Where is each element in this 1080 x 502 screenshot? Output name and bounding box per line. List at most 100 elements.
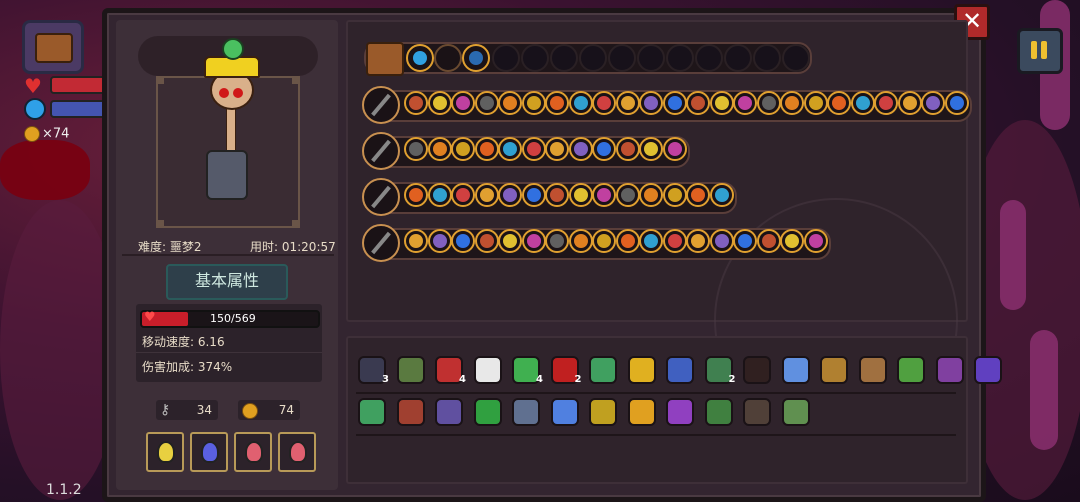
rune-slot[interactable] bbox=[897, 91, 922, 115]
rune-slot[interactable] bbox=[521, 137, 546, 161]
rune-slot[interactable] bbox=[568, 183, 593, 207]
potion-slot[interactable] bbox=[190, 432, 228, 472]
rune-slot[interactable] bbox=[404, 137, 428, 161]
rune-slot[interactable] bbox=[427, 183, 452, 207]
weapon-icon[interactable] bbox=[362, 178, 400, 216]
inventory-item[interactable] bbox=[780, 354, 810, 384]
rune-slot[interactable] bbox=[615, 229, 640, 253]
potion-slot[interactable] bbox=[146, 432, 184, 472]
rune-slot[interactable] bbox=[733, 229, 757, 253]
weapon-icon[interactable] bbox=[362, 224, 400, 262]
rune-slot[interactable] bbox=[427, 91, 452, 115]
rune-slot[interactable] bbox=[498, 229, 522, 253]
inventory-item[interactable] bbox=[703, 396, 733, 426]
inventory-item[interactable]: 4 bbox=[510, 354, 543, 385]
rune-slot[interactable] bbox=[404, 229, 428, 253]
inventory-item[interactable] bbox=[895, 354, 925, 384]
rune-slot[interactable] bbox=[803, 91, 828, 115]
rune-slot[interactable] bbox=[521, 91, 546, 115]
rune-slot[interactable] bbox=[615, 137, 640, 161]
bag-slot-empty[interactable] bbox=[492, 44, 520, 72]
rune-slot[interactable] bbox=[521, 229, 546, 253]
inventory-item[interactable]: 4 bbox=[433, 354, 466, 385]
rune-slot[interactable] bbox=[686, 229, 710, 253]
bag-slot-empty[interactable] bbox=[753, 44, 781, 72]
bag-slot-empty[interactable] bbox=[579, 44, 607, 72]
rune-slot[interactable] bbox=[921, 91, 945, 115]
rune-slot[interactable] bbox=[639, 183, 663, 207]
inventory-item[interactable] bbox=[587, 354, 617, 384]
rune-slot[interactable] bbox=[780, 91, 804, 115]
rune-slot[interactable] bbox=[850, 91, 875, 115]
rune-slot[interactable] bbox=[874, 91, 898, 115]
rune-slot[interactable] bbox=[686, 183, 710, 207]
bag-slot-empty[interactable] bbox=[608, 44, 636, 72]
rune-slot[interactable] bbox=[615, 183, 640, 207]
bag-slot[interactable] bbox=[434, 44, 462, 72]
rune-slot[interactable] bbox=[498, 183, 522, 207]
inventory-item[interactable]: 3 bbox=[356, 354, 389, 385]
rune-slot[interactable] bbox=[474, 137, 499, 161]
inventory-item[interactable] bbox=[934, 354, 964, 384]
inventory-item[interactable] bbox=[472, 354, 502, 384]
inventory-item[interactable] bbox=[818, 354, 848, 384]
rune-slot[interactable] bbox=[662, 183, 687, 207]
rune-slot[interactable] bbox=[498, 91, 522, 115]
inventory-item[interactable] bbox=[780, 396, 810, 426]
rune-slot[interactable] bbox=[639, 91, 663, 115]
inventory-item[interactable] bbox=[741, 354, 771, 384]
rune-slot[interactable] bbox=[451, 183, 475, 207]
inventory-item[interactable] bbox=[395, 396, 425, 426]
inventory-item[interactable] bbox=[510, 396, 540, 426]
inventory-item[interactable]: 2 bbox=[703, 354, 735, 385]
inventory-item[interactable] bbox=[664, 396, 694, 426]
inventory-item[interactable]: 2 bbox=[549, 354, 581, 385]
bag-slot-empty[interactable] bbox=[637, 44, 665, 72]
rune-slot[interactable] bbox=[592, 183, 616, 207]
inventory-item[interactable] bbox=[587, 396, 617, 426]
rune-slot[interactable] bbox=[615, 91, 640, 115]
rune-slot[interactable] bbox=[592, 229, 616, 253]
rune-slot[interactable] bbox=[686, 91, 710, 115]
rune-slot[interactable] bbox=[639, 229, 663, 253]
rune-slot[interactable] bbox=[780, 229, 804, 253]
rune-slot[interactable] bbox=[662, 137, 687, 161]
rune-slot[interactable] bbox=[592, 137, 616, 161]
rune-slot[interactable] bbox=[662, 91, 687, 115]
weapon-icon[interactable] bbox=[362, 132, 400, 170]
rune-slot[interactable] bbox=[709, 91, 734, 115]
inventory-item[interactable] bbox=[626, 396, 656, 426]
pause-button[interactable] bbox=[1017, 28, 1063, 74]
rune-slot[interactable] bbox=[474, 229, 499, 253]
rune-slot[interactable] bbox=[427, 229, 452, 253]
rune-slot[interactable] bbox=[662, 229, 687, 253]
bag-slot-empty[interactable] bbox=[550, 44, 578, 72]
rune-slot[interactable] bbox=[545, 229, 569, 253]
rune-slot[interactable] bbox=[427, 137, 452, 161]
rune-slot[interactable] bbox=[827, 91, 851, 115]
rune-slot[interactable] bbox=[756, 91, 781, 115]
rune-slot[interactable] bbox=[944, 91, 969, 115]
rune-slot[interactable] bbox=[451, 229, 475, 253]
rune-slot[interactable] bbox=[592, 91, 616, 115]
basic-attributes-tab[interactable]: 基本属性 bbox=[166, 264, 288, 300]
rune-slot[interactable] bbox=[639, 137, 663, 161]
inventory-item[interactable] bbox=[395, 354, 425, 384]
potion-slot[interactable] bbox=[234, 432, 272, 472]
rune-slot[interactable] bbox=[521, 183, 546, 207]
rune-slot[interactable] bbox=[568, 91, 593, 115]
inventory-item[interactable] bbox=[664, 354, 694, 384]
rune-slot[interactable] bbox=[404, 183, 428, 207]
bag-slot-empty[interactable] bbox=[724, 44, 752, 72]
inventory-item[interactable] bbox=[626, 354, 656, 384]
rune-slot[interactable] bbox=[733, 91, 757, 115]
rune-slot[interactable] bbox=[803, 229, 828, 253]
rune-slot[interactable] bbox=[404, 91, 428, 115]
inventory-item[interactable] bbox=[356, 396, 386, 426]
rune-slot[interactable] bbox=[545, 183, 569, 207]
inventory-item[interactable] bbox=[549, 396, 579, 426]
potion-slot[interactable] bbox=[278, 432, 316, 472]
rune-slot[interactable] bbox=[709, 183, 734, 207]
rune-slot[interactable] bbox=[474, 183, 499, 207]
rune-slot[interactable] bbox=[451, 91, 475, 115]
